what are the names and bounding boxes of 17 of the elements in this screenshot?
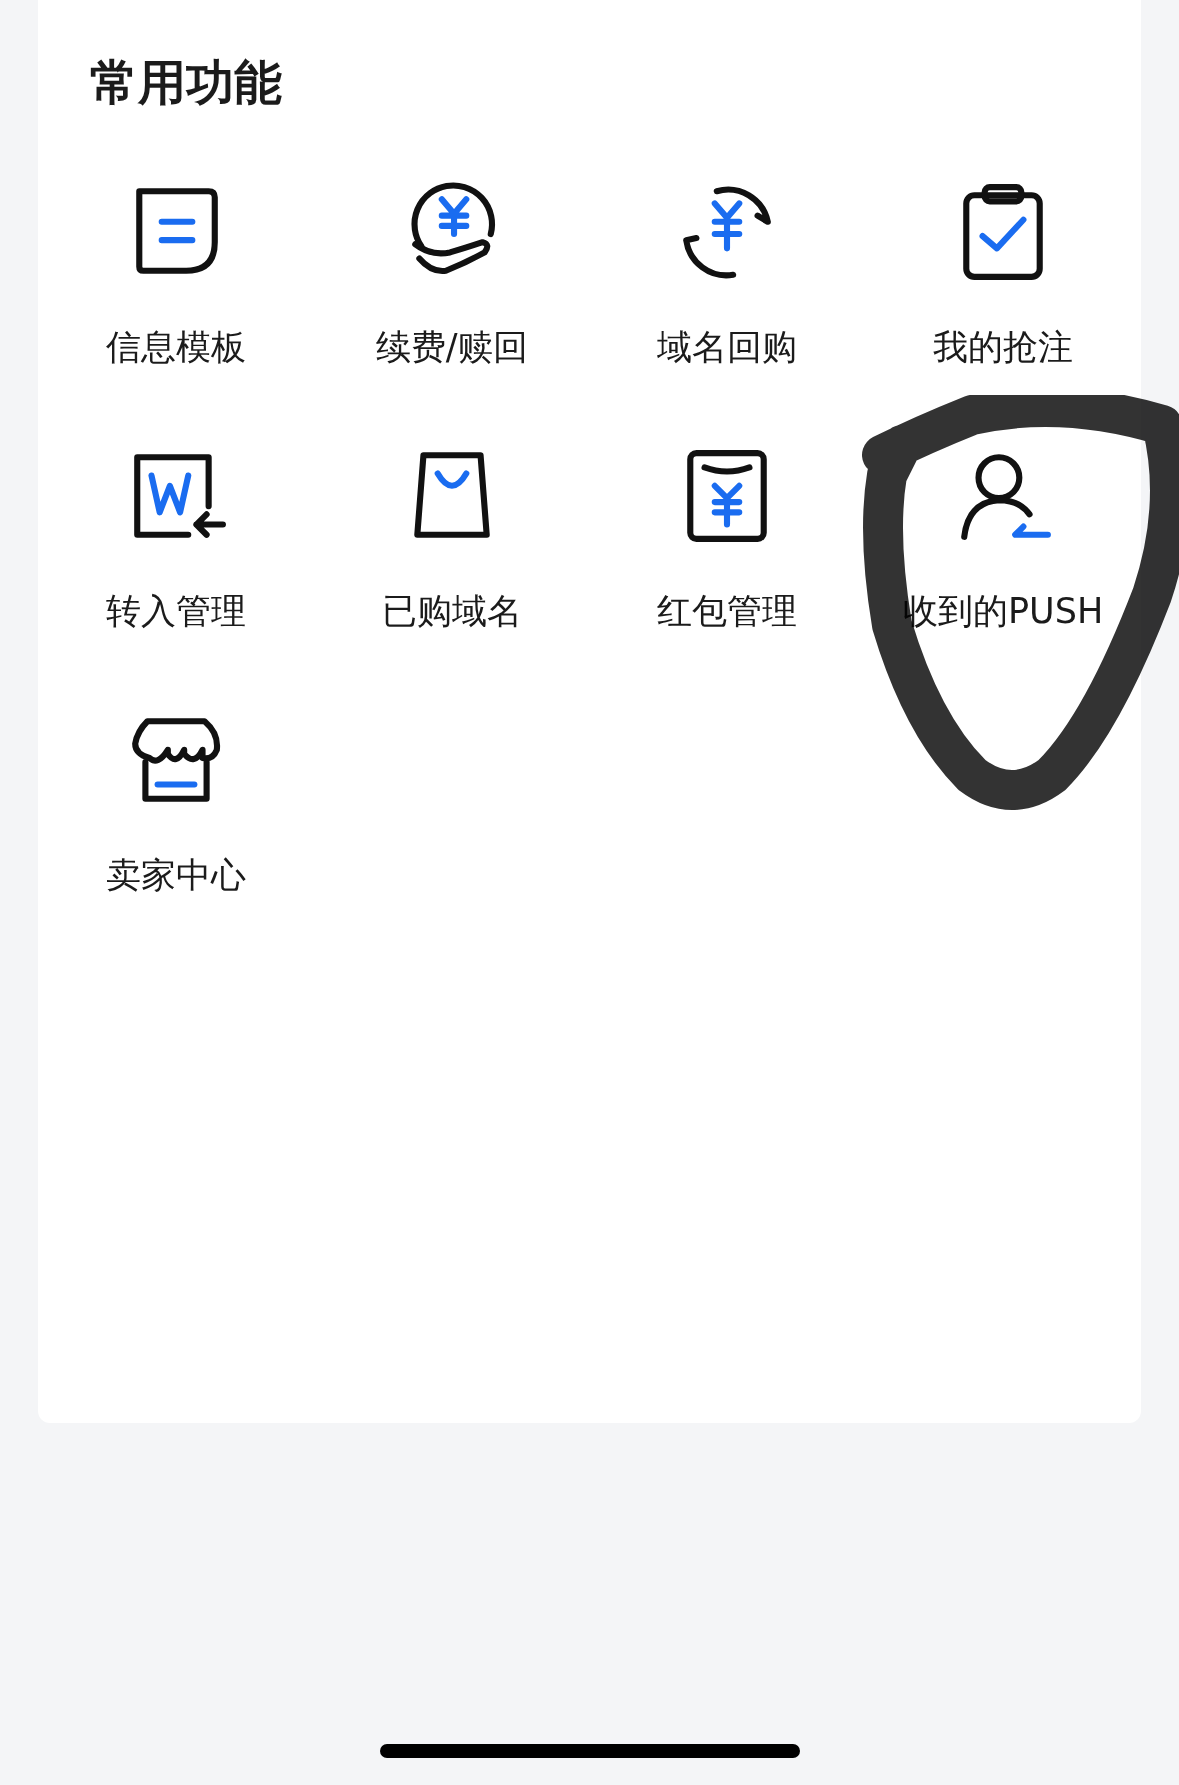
feature-label: 红包管理	[657, 590, 798, 633]
feature-label: 转入管理	[105, 590, 246, 633]
feature-item[interactable]: 我的抢注	[865, 181, 1141, 370]
feature-label: 已购域名	[381, 590, 522, 633]
feature-item[interactable]: 信息模板	[38, 181, 314, 370]
feature-label: 续费/赎回	[375, 326, 528, 369]
feature-item[interactable]: 域名回购	[589, 181, 866, 370]
feature-item[interactable]: 转入管理	[38, 445, 314, 634]
feature-label: 卖家中心	[105, 854, 246, 897]
feature-label: 域名回购	[657, 326, 798, 369]
feature-label: 信息模板	[105, 326, 246, 369]
feature-item[interactable]: 已购域名	[313, 445, 590, 634]
feature-item[interactable]: 卖家中心	[38, 709, 314, 898]
feature-item[interactable]: 续费/赎回	[313, 181, 590, 370]
section-title: 常用功能	[90, 53, 283, 112]
feature-label: 我的抢注	[933, 326, 1074, 369]
feature-item[interactable]: 红包管理	[589, 445, 866, 634]
